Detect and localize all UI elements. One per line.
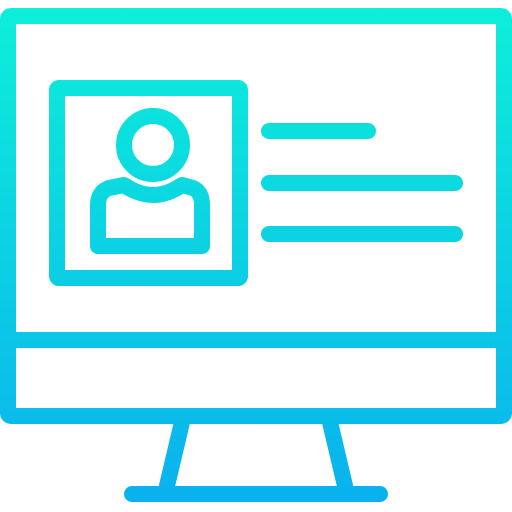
monitor-stand-right	[321, 410, 354, 498]
computer-profile-icon	[0, 8, 512, 502]
user-avatar-head	[116, 108, 190, 182]
user-avatar-icon	[90, 108, 210, 254]
profile-card	[49, 80, 248, 286]
icon-stage	[0, 0, 512, 512]
user-avatar-body	[90, 177, 210, 254]
monitor-frame	[0, 8, 512, 424]
profile-text-lines	[261, 123, 463, 242]
monitor-stand-left	[158, 410, 191, 498]
